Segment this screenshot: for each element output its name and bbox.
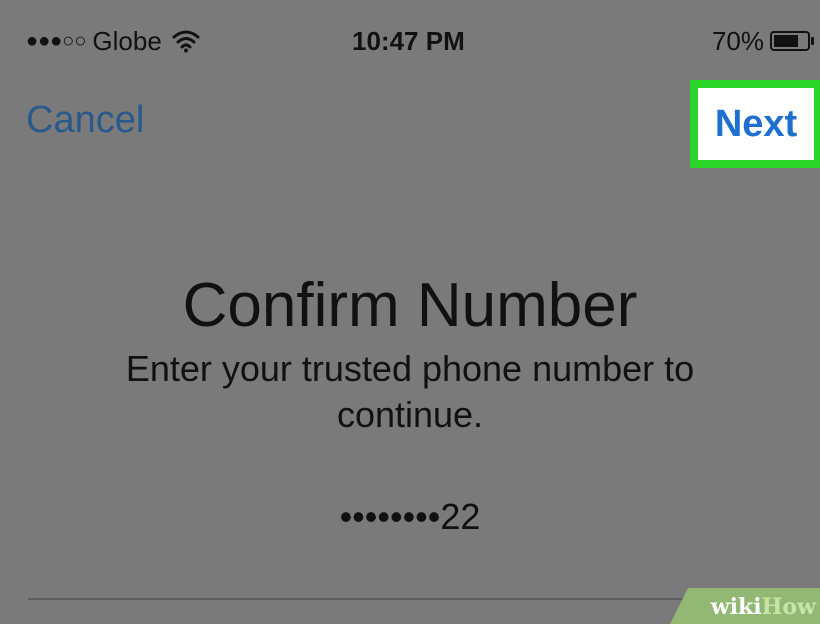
battery-percent: 70%: [711, 25, 764, 56]
page-title: Confirm Number: [182, 270, 638, 340]
carrier-name: Globe: [92, 26, 162, 56]
cancel-button[interactable]: Cancel: [26, 98, 144, 142]
status-time: 10:47 PM: [352, 26, 465, 56]
status-bar: ●●●○○ Globe 10:47 PM 70%: [0, 0, 820, 74]
watermark-wiki: wiki: [710, 594, 762, 620]
watermark: wikiHow: [670, 588, 820, 624]
wifi-icon: [172, 30, 200, 53]
battery-icon: [770, 31, 814, 51]
signal-strength-indicator: ●●●○○: [26, 30, 87, 52]
status-right: 70%: [712, 24, 816, 58]
watermark-text: wikiHow: [711, 592, 816, 622]
next-button[interactable]: Next: [698, 88, 814, 160]
watermark-how: How: [761, 594, 816, 620]
status-left: ●●●○○ Globe: [26, 24, 200, 58]
masked-phone-number: ••••••••22: [339, 496, 481, 537]
instruction-text: Enter your trusted phone number to conti…: [125, 348, 695, 435]
